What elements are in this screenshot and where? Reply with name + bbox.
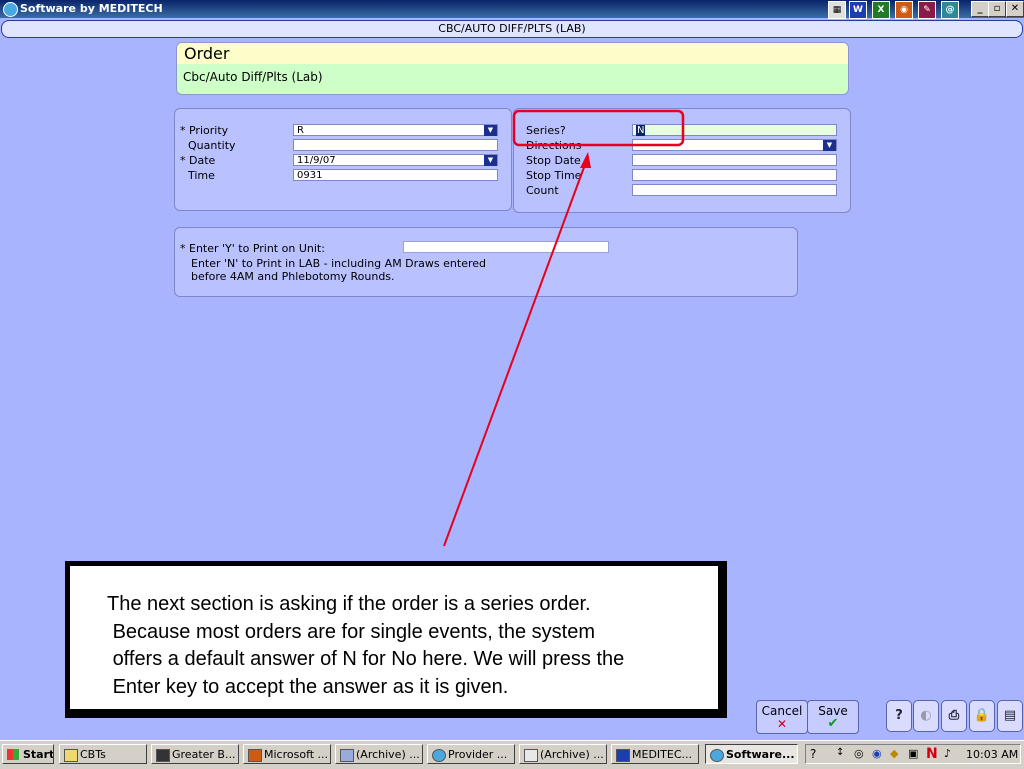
cancel-x-icon: ✕	[776, 717, 788, 731]
taskbar-label: Greater B...	[172, 748, 236, 761]
taskbar-label: (Archive) ...	[356, 748, 420, 761]
series-highlight-box	[512, 109, 685, 147]
meditech-icon	[710, 749, 724, 762]
taskbar-label: Microsoft ...	[264, 748, 329, 761]
callout-text: The next section is asking if the order …	[107, 593, 625, 698]
cancel-button[interactable]: Cancel ✕	[756, 700, 808, 734]
network-tray-icon[interactable]: ◉	[872, 747, 882, 760]
taskbar-label: CBTs	[80, 748, 106, 761]
callout-arrow-head	[580, 152, 591, 168]
lookup-icon[interactable]: ◐	[913, 700, 939, 732]
tutorial-callout: The next section is asking if the order …	[65, 561, 727, 718]
app-icon	[156, 749, 170, 762]
taskbar-item-cbts[interactable]: CBTs	[59, 744, 147, 764]
save-check-icon: ✔	[827, 716, 839, 731]
norton-tray-icon[interactable]: N	[926, 746, 938, 762]
taskbar: Start CBTs Greater B... Microsoft ... (A…	[0, 740, 1024, 769]
taskbar-item-software[interactable]: Software...	[705, 744, 798, 764]
system-tray: ? ↕ ◎ ◉ ◆ ▣ N ♪ 10:03 AM	[805, 744, 1021, 764]
taskbar-item-archive-1[interactable]: (Archive) ...	[335, 744, 423, 764]
windows-flag-icon	[7, 749, 19, 760]
taskbar-item-microsoft[interactable]: Microsoft ...	[243, 744, 331, 764]
taskbar-label: MEDITEC...	[632, 748, 692, 761]
folder-icon	[64, 749, 78, 762]
print-icon[interactable]: ⎙	[941, 700, 967, 732]
help-icon[interactable]: ?	[886, 700, 912, 732]
taskbar-item-greater[interactable]: Greater B...	[151, 744, 239, 764]
cancel-label: Cancel	[761, 704, 803, 718]
help-tray-icon[interactable]: ?	[810, 747, 816, 761]
powerpoint-icon	[248, 749, 262, 762]
callout-arrow-line	[443, 161, 587, 547]
taskbar-item-archive-2[interactable]: (Archive) ...	[519, 744, 607, 764]
lock-icon[interactable]: 🔒	[969, 700, 995, 732]
arrow-tray-icon[interactable]: ↕	[836, 747, 844, 758]
start-button[interactable]: Start	[2, 744, 54, 764]
taskbar-label: Provider ...	[448, 748, 508, 761]
clock: 10:03 AM	[966, 748, 1019, 761]
sync-tray-icon[interactable]: ◎	[854, 747, 864, 760]
form-icon[interactable]: ▤	[997, 700, 1023, 732]
meditech-icon	[432, 749, 446, 762]
save-button[interactable]: Save ✔	[807, 700, 859, 734]
taskbar-item-meditech[interactable]: MEDITEC...	[611, 744, 699, 764]
start-label: Start	[23, 748, 54, 761]
volume-tray-icon[interactable]: ♪	[944, 747, 951, 760]
callout-inner: The next section is asking if the order …	[69, 565, 719, 710]
taskbar-item-provider[interactable]: Provider ...	[427, 744, 515, 764]
archive-icon	[524, 749, 538, 762]
taskbar-label: (Archive) ...	[540, 748, 604, 761]
shield-tray-icon[interactable]: ◆	[890, 747, 898, 760]
display-tray-icon[interactable]: ▣	[908, 747, 918, 760]
archive-icon	[340, 749, 354, 762]
word-icon	[616, 749, 630, 762]
taskbar-label: Software...	[726, 748, 795, 761]
